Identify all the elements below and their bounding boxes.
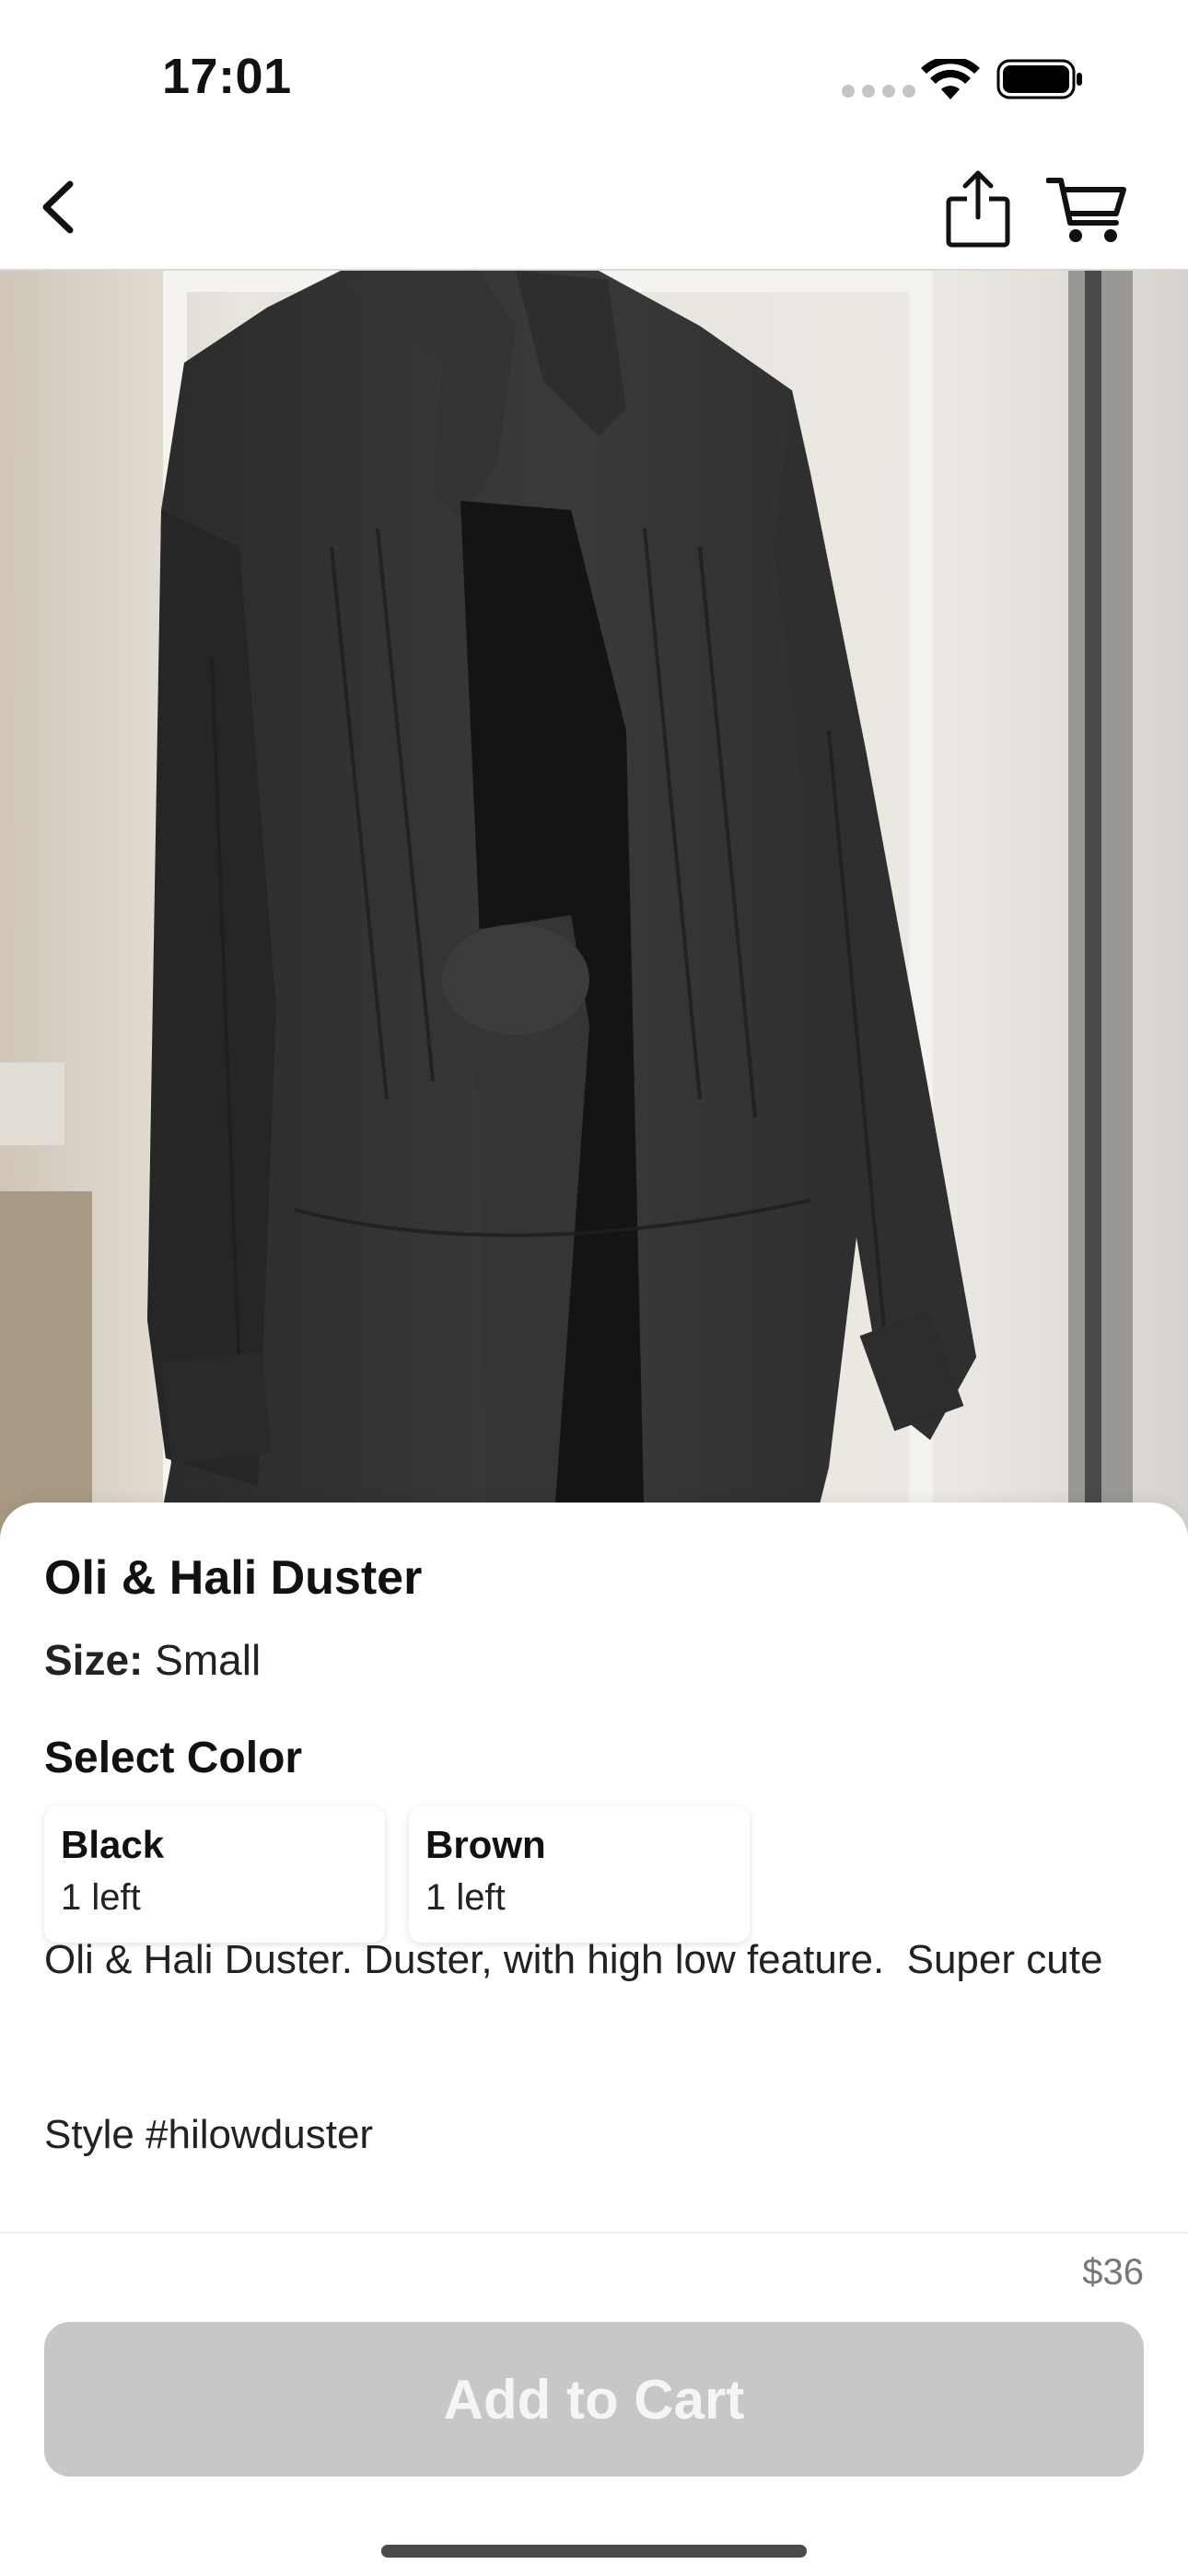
share-icon[interactable] — [943, 168, 1013, 250]
home-indicator[interactable] — [381, 2545, 807, 2558]
bottom-action-bar: $36 Add to Cart — [0, 2232, 1188, 2576]
product-title: Oli & Hali Duster — [44, 1551, 423, 1605]
color-stock: 1 left — [61, 1877, 141, 1918]
chevron-left-icon[interactable] — [28, 175, 92, 239]
status-time: 17:01 — [162, 49, 292, 104]
color-name: Brown — [425, 1823, 546, 1866]
color-option-black[interactable]: Black 1 left — [44, 1806, 385, 1943]
product-description: Oli & Hali Duster. Duster, with high low… — [44, 1937, 1103, 1982]
color-name: Black — [61, 1823, 165, 1866]
battery-icon — [996, 59, 1082, 99]
size-line: Size: Small — [44, 1635, 261, 1685]
cellular-signal-icon — [842, 85, 915, 98]
size-value: Small — [143, 1636, 262, 1684]
duster-garment-image — [0, 271, 1188, 1541]
color-stock: 1 left — [425, 1877, 506, 1918]
color-options: Black 1 left Brown 1 left — [44, 1806, 750, 1943]
nav-bar — [0, 147, 1188, 271]
cart-icon[interactable] — [1046, 173, 1129, 247]
product-style: Style #hilowduster — [44, 2112, 374, 2157]
product-photo[interactable] — [0, 271, 1188, 1541]
status-bar: 17:01 — [0, 0, 1188, 147]
add-to-cart-button[interactable]: Add to Cart — [44, 2322, 1144, 2477]
size-label: Size: — [44, 1636, 144, 1684]
price: $36 — [1082, 2252, 1144, 2292]
wifi-icon — [921, 59, 980, 99]
select-color-label: Select Color — [44, 1734, 303, 1782]
color-option-brown[interactable]: Brown 1 left — [409, 1806, 750, 1943]
